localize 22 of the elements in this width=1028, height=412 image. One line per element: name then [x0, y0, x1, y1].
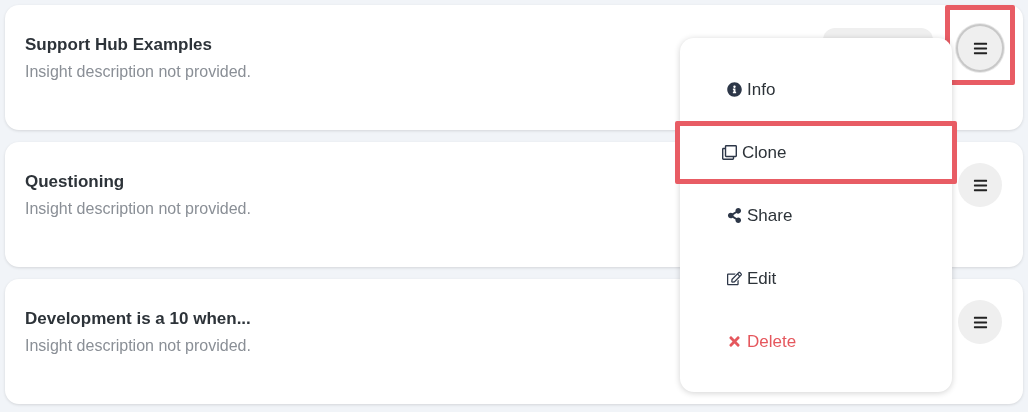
card-description: Insight description not provided.	[25, 61, 251, 82]
edit-icon	[727, 271, 742, 286]
card-title: Support Hub Examples	[25, 34, 214, 56]
menu-icon	[972, 314, 988, 330]
menu-icon	[972, 177, 988, 193]
menu-icon	[972, 40, 988, 56]
menu-item[interactable]: Edit	[680, 265, 777, 292]
menu-button[interactable]	[958, 300, 1002, 344]
share-icon	[727, 208, 742, 223]
menu-item[interactable]: Clone	[680, 139, 787, 166]
menu-item[interactable]: Delete	[680, 328, 797, 355]
card-description: Insight description not provided.	[25, 335, 251, 356]
card-description: Insight description not provided.	[25, 198, 251, 219]
menu-item[interactable]: Share	[680, 202, 793, 229]
copy-icon	[722, 145, 737, 160]
menu-item[interactable]: Info	[680, 76, 776, 103]
menu-button[interactable]	[958, 26, 1002, 70]
info-icon	[727, 82, 742, 97]
card-title: Questioning	[25, 171, 126, 193]
menu-button[interactable]	[958, 163, 1002, 207]
close-icon	[727, 334, 742, 349]
card-title: Development is a 10 when...	[25, 308, 251, 330]
